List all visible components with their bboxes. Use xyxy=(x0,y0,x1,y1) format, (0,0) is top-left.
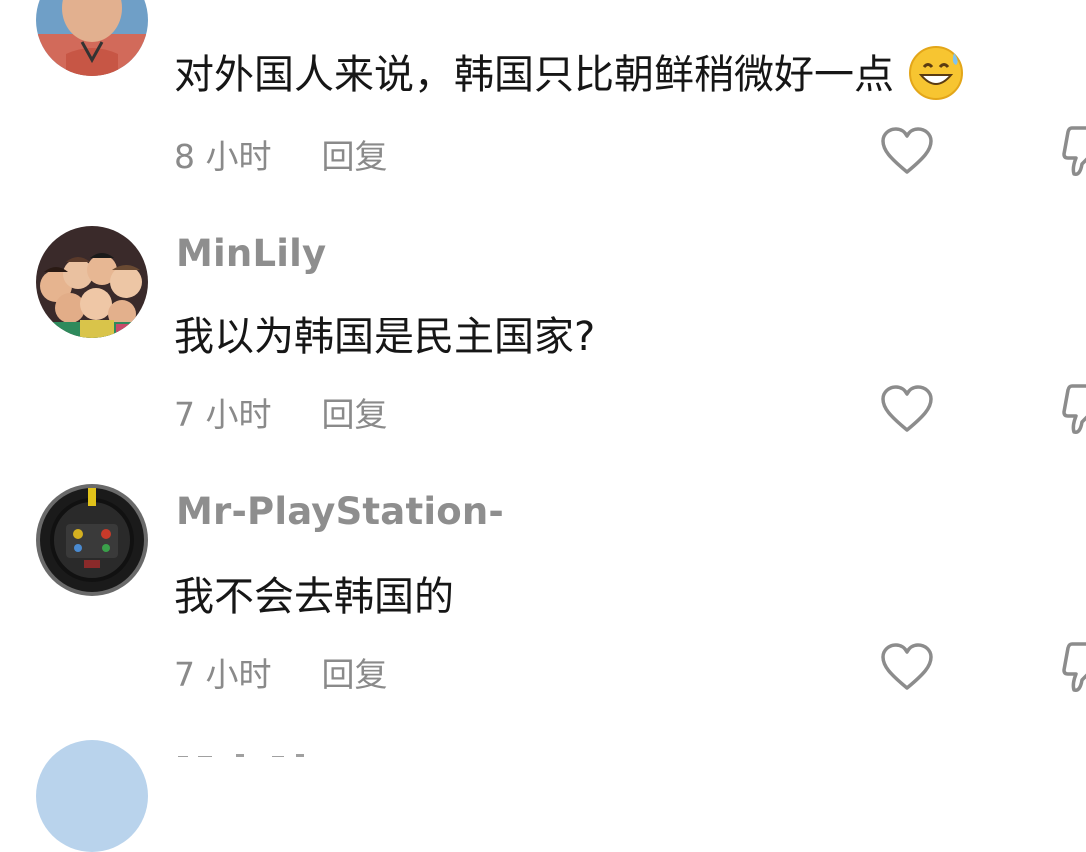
dislike-thumb-icon[interactable] xyxy=(1060,382,1086,442)
like-heart-icon[interactable] xyxy=(880,384,934,434)
timestamp: 7 小时 xyxy=(174,395,272,434)
comment-meta: 7 小时 回复 xyxy=(174,388,388,436)
avatar[interactable] xyxy=(36,484,148,596)
like-heart-icon[interactable] xyxy=(880,642,934,692)
username-fragment xyxy=(176,745,336,757)
comment-meta: 7 小时 回复 xyxy=(174,648,388,696)
comment-text: 我以为韩国是民主国家? xyxy=(174,314,596,360)
username[interactable]: Mr-PlayStation- xyxy=(176,490,504,533)
dislike-thumb-icon[interactable] xyxy=(1060,640,1086,700)
reply-button[interactable]: 回复 xyxy=(322,655,388,694)
comment-text: 我不会去韩国的 xyxy=(174,574,454,620)
comment-item: Mr-PlayStation- 我不会去韩国的 7 小时 回复 xyxy=(0,0,1086,694)
avatar[interactable] xyxy=(36,740,148,852)
timestamp: 7 小时 xyxy=(174,655,272,694)
reply-button[interactable]: 回复 xyxy=(322,395,388,434)
